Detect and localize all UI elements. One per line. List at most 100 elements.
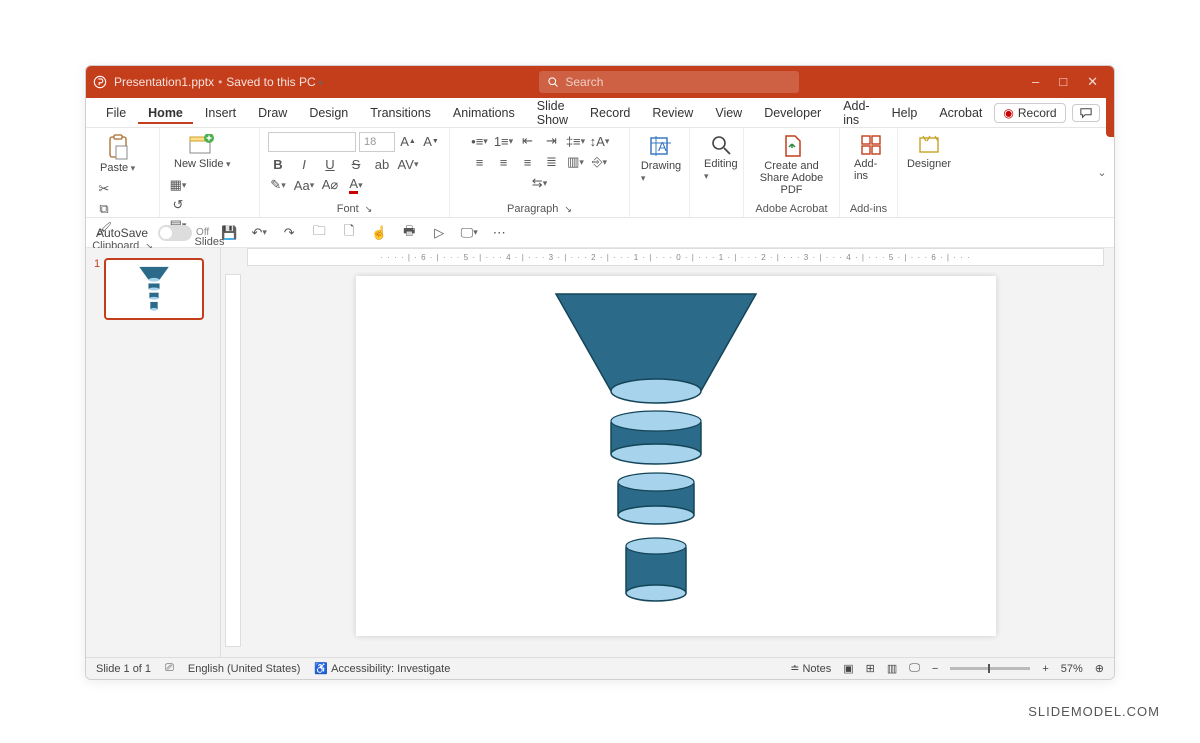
underline-button[interactable]: U: [320, 155, 340, 173]
zoom-in-button[interactable]: +: [1042, 663, 1048, 675]
fit-to-window-button[interactable]: ⊕: [1095, 662, 1104, 675]
reading-view-button[interactable]: ▥: [887, 662, 897, 675]
tab-acrobat[interactable]: Acrobat: [929, 102, 992, 124]
editing-button[interactable]: Editing: [698, 132, 744, 184]
qat-touch-button[interactable]: ☝: [369, 224, 389, 242]
close-button[interactable]: ✕: [1087, 74, 1098, 90]
tab-addins[interactable]: Add-ins: [833, 95, 879, 131]
tab-draw[interactable]: Draw: [248, 102, 297, 124]
search-box[interactable]: Search: [539, 71, 799, 93]
tab-help[interactable]: Help: [882, 102, 928, 124]
drawing-button[interactable]: A Drawing: [638, 132, 684, 186]
tab-slideshow[interactable]: Slide Show: [527, 95, 578, 131]
file-name[interactable]: Presentation1.pptx: [114, 75, 214, 89]
italic-button[interactable]: I: [294, 155, 314, 173]
columns-button[interactable]: ▥: [566, 153, 586, 171]
vertical-ruler[interactable]: [225, 274, 241, 647]
new-slide-button[interactable]: New Slide: [168, 132, 237, 172]
bold-button[interactable]: B: [268, 155, 288, 173]
align-left-button[interactable]: ≡: [470, 153, 490, 171]
justify-button[interactable]: ≣: [542, 153, 562, 171]
paste-button[interactable]: Paste: [94, 132, 141, 176]
font-color-button[interactable]: A: [346, 176, 366, 194]
indent-dec-button[interactable]: ⇤: [518, 132, 538, 150]
tab-file[interactable]: File: [96, 102, 136, 124]
tab-review[interactable]: Review: [642, 102, 703, 124]
slide-indicator[interactable]: Slide 1 of 1: [96, 663, 151, 675]
slide-thumbnail-panel[interactable]: 1: [86, 248, 221, 657]
comments-button[interactable]: [1072, 104, 1100, 122]
tab-view[interactable]: View: [705, 102, 752, 124]
tab-developer[interactable]: Developer: [754, 102, 831, 124]
save-button[interactable]: 💾: [219, 224, 239, 242]
autosave-toggle[interactable]: Off: [158, 225, 209, 241]
clear-format-button[interactable]: A⌀: [320, 176, 340, 194]
tab-animations[interactable]: Animations: [443, 102, 525, 124]
funnel-stage-2[interactable]: [611, 411, 701, 464]
spacing-button[interactable]: AV: [398, 155, 418, 173]
tab-home[interactable]: Home: [138, 102, 193, 124]
collapse-ribbon-button[interactable]: ⌄: [1090, 128, 1114, 217]
tab-transitions[interactable]: Transitions: [360, 102, 441, 124]
align-right-button[interactable]: ≡: [518, 153, 538, 171]
designer-button[interactable]: Designer: [906, 132, 952, 172]
shadow-button[interactable]: ab: [372, 155, 392, 173]
qat-open-button[interactable]: 🗀: [309, 224, 329, 242]
record-button[interactable]: ◉Record: [994, 103, 1065, 123]
zoom-slider[interactable]: [950, 667, 1030, 670]
dialog-launcher-icon[interactable]: ↘: [564, 204, 572, 215]
numbering-button[interactable]: 1≡: [494, 132, 514, 150]
highlight-button[interactable]: ✎: [268, 176, 288, 194]
qat-present-button[interactable]: 🖵: [459, 224, 479, 242]
qat-more-button[interactable]: ⋯: [489, 224, 509, 242]
align-text-button[interactable]: ⎆: [590, 153, 610, 171]
funnel-stage-4[interactable]: [626, 538, 686, 601]
slideshow-view-button[interactable]: 🖵: [909, 662, 920, 675]
funnel-stage-3[interactable]: [618, 473, 694, 524]
addins-icon: [860, 134, 882, 156]
sorter-view-button[interactable]: ⊞: [866, 662, 875, 675]
layout-button[interactable]: ▦: [168, 176, 188, 194]
align-center-button[interactable]: ≡: [494, 153, 514, 171]
decrease-font-button[interactable]: A▼: [421, 132, 441, 150]
spell-check-icon[interactable]: ⎚: [165, 662, 174, 675]
addins-button[interactable]: Add-ins: [848, 132, 894, 184]
bullets-button[interactable]: •≡: [470, 132, 490, 150]
normal-view-button[interactable]: ▣: [843, 662, 853, 675]
funnel-stage-1[interactable]: [556, 294, 756, 403]
strike-button[interactable]: S: [346, 155, 366, 173]
redo-button[interactable]: ↷: [279, 224, 299, 242]
zoom-out-button[interactable]: −: [932, 663, 938, 675]
qat-new-button[interactable]: 🗋: [339, 224, 359, 242]
indent-inc-button[interactable]: ⇥: [542, 132, 562, 150]
zoom-level[interactable]: 57%: [1061, 663, 1083, 675]
language-indicator[interactable]: English (United States): [188, 663, 301, 675]
smartart-button[interactable]: ⇆: [530, 174, 550, 192]
qat-print-button[interactable]: 🖶: [399, 224, 419, 242]
save-status[interactable]: Saved to this PC: [226, 75, 322, 89]
notes-button[interactable]: ≐ Notes: [790, 662, 831, 675]
dialog-launcher-icon[interactable]: ↘: [365, 204, 373, 215]
tab-design[interactable]: Design: [299, 102, 358, 124]
minimize-button[interactable]: –: [1032, 74, 1039, 90]
qat-start-button[interactable]: ▷: [429, 224, 449, 242]
slide-thumbnail-1[interactable]: [104, 258, 204, 320]
undo-button[interactable]: ↶: [249, 224, 269, 242]
font-size-select[interactable]: 18: [359, 132, 395, 152]
horizontal-ruler[interactable]: · · · · | · 6 · | · · · 5 · | · · · 4 · …: [247, 248, 1104, 266]
acrobat-create-share-button[interactable]: Create and Share Adobe PDF: [752, 132, 831, 198]
line-spacing-button[interactable]: ‡≡: [566, 132, 586, 150]
maximize-button[interactable]: □: [1059, 74, 1067, 90]
case-button[interactable]: Aa: [294, 176, 314, 194]
copy-button[interactable]: ⧉: [94, 200, 114, 218]
text-direction-button[interactable]: ↕A: [590, 132, 610, 150]
tab-record[interactable]: Record: [580, 102, 640, 124]
accessibility-indicator[interactable]: ♿ Accessibility: Investigate: [314, 662, 450, 675]
funnel-diagram[interactable]: [356, 276, 996, 636]
tab-insert[interactable]: Insert: [195, 102, 246, 124]
reset-button[interactable]: ↺: [168, 196, 188, 214]
increase-font-button[interactable]: A▲: [398, 132, 418, 150]
font-family-select[interactable]: [268, 132, 356, 152]
cut-button[interactable]: ✂: [94, 180, 114, 198]
slide-canvas[interactable]: [356, 276, 996, 636]
